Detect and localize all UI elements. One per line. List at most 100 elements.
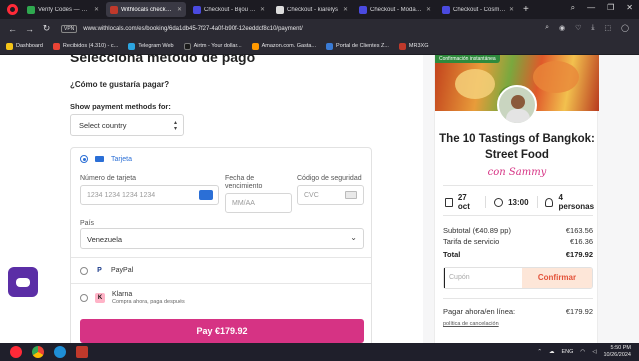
- download-icon[interactable]: ⤓: [591, 24, 594, 32]
- bookmark-dashboard[interactable]: Dashboard: [6, 42, 43, 50]
- cvc-card-icon: [345, 191, 357, 199]
- bookmark-favicon: [183, 42, 191, 50]
- close-tab-icon[interactable]: ✕: [509, 6, 514, 13]
- browser-tab-bar: Verify Codes — SimplyCodes ✕ Withlocals …: [0, 0, 639, 19]
- card-brand-icon: [199, 190, 213, 200]
- tab-cosmoxtoys[interactable]: Checkout - CosmoxToys ✕: [438, 2, 518, 17]
- expiry-placeholder: MM/AA: [232, 200, 255, 207]
- maximize-icon[interactable]: ❐: [607, 3, 614, 13]
- pay-now-row: Pagar ahora/en línea: €179.92: [443, 307, 593, 316]
- close-tab-icon[interactable]: ✕: [260, 6, 265, 13]
- back-icon[interactable]: ←: [8, 24, 17, 34]
- pay-button[interactable]: Pay €179.92: [80, 319, 364, 343]
- country-dropdown[interactable]: Venezuela ⌄: [80, 228, 364, 249]
- tab-kiarelys[interactable]: Checkout - kiarelys ✕: [272, 2, 352, 17]
- cancellation-policy-link[interactable]: política de cancelación: [443, 321, 499, 327]
- method-card[interactable]: Tarjeta: [80, 155, 132, 163]
- country-value: Venezuela: [87, 235, 123, 244]
- wifi-icon[interactable]: ◠: [580, 349, 585, 355]
- food-dish: [533, 61, 579, 93]
- tray-chevron-icon[interactable]: ⌃: [537, 349, 542, 355]
- close-window-icon[interactable]: ✕: [626, 3, 633, 13]
- close-tab-icon[interactable]: ✕: [94, 6, 99, 13]
- bookmark-icon[interactable]: ♡: [575, 24, 581, 32]
- bookmark-portal[interactable]: Portal de Clientes Z...: [326, 42, 389, 50]
- cvc-field[interactable]: CVC: [297, 185, 364, 205]
- language-indicator[interactable]: ENG: [562, 349, 574, 355]
- expiry-field[interactable]: MM/AA: [225, 193, 292, 213]
- country-label: País: [80, 220, 95, 227]
- bookmark-amazon[interactable]: Amazon.com. Gasta...: [251, 42, 316, 50]
- credit-card-icon: [95, 156, 104, 162]
- reload-icon[interactable]: ↻: [42, 23, 51, 34]
- app-taskbar-icon[interactable]: [76, 346, 88, 358]
- tab-bijou[interactable]: Checkout - Bijou Build ✕: [189, 2, 269, 17]
- url-field[interactable]: www.withlocals.com/es/booking/6da1db45-7…: [83, 26, 302, 32]
- system-tray: ⌃ ☁ ENG ◠ ◁ 5:50 PM 10/26/2024: [537, 345, 631, 359]
- chat-icon: [16, 277, 30, 287]
- camera-icon[interactable]: ◉: [559, 24, 565, 32]
- booking-summary: Confirmación instantánea The 10 Tastings…: [434, 55, 599, 343]
- chat-widget-button[interactable]: [8, 267, 38, 297]
- klarna-text: Klarna Compra ahora, paga después: [112, 291, 185, 305]
- subtotal-row: Subtotal (€40.89 pp) €163.56: [443, 226, 593, 235]
- klarna-icon: K: [95, 293, 105, 303]
- bookmark-gmail[interactable]: Recibidos (4.310) - c...: [52, 42, 118, 50]
- opera-logo-icon[interactable]: [4, 2, 20, 18]
- expiry-label: Fecha de vencimiento: [225, 175, 263, 190]
- opera-taskbar-icon[interactable]: [10, 346, 22, 358]
- coupon-confirm-button[interactable]: Confirmar: [522, 268, 592, 288]
- booking-date: 27 oct: [445, 193, 477, 211]
- klarna-subtitle: Compra ahora, paga después: [112, 299, 185, 305]
- cvc-label: Código de seguridad: [297, 175, 362, 182]
- tab-simplycodes[interactable]: Verify Codes — SimplyCodes ✕: [23, 2, 103, 17]
- clock-icon: [494, 197, 504, 207]
- chrome-taskbar-icon[interactable]: [32, 346, 44, 358]
- paypal-label: PayPal: [111, 267, 134, 274]
- new-tab-icon[interactable]: +: [523, 4, 529, 15]
- divider: [71, 283, 371, 284]
- search-tabs-icon[interactable]: ⌕: [571, 3, 575, 13]
- tab-favicon: [193, 5, 201, 14]
- bookmark-telegram[interactable]: Telegram Web: [128, 42, 174, 50]
- payment-methods-card: Tarjeta Número de tarjeta 1234 1234 1234…: [70, 147, 372, 343]
- tour-title: The 10 Tastings of Bangkok: Street Food: [439, 133, 595, 161]
- edge-taskbar-icon[interactable]: [54, 346, 66, 358]
- cloud-icon[interactable]: ☁: [549, 349, 555, 355]
- tab-withlocals[interactable]: Withlocals checkout - Thai ✕: [106, 2, 186, 17]
- food-dish: [455, 69, 495, 99]
- method-klarna[interactable]: K Klarna Compra ahora, paga después: [80, 291, 185, 305]
- search-icon[interactable]: ⌕: [545, 24, 549, 32]
- extensions-icon[interactable]: ⬚: [605, 24, 612, 32]
- booking-meta: 27 oct 13:00 4 personas: [445, 193, 595, 211]
- close-tab-icon[interactable]: ✕: [426, 6, 431, 13]
- bookmark-favicon: [251, 42, 259, 50]
- payment-question: ¿Cómo te gustaría pagar?: [70, 80, 170, 89]
- taskbar-clock[interactable]: 5:50 PM 10/26/2024: [603, 345, 631, 359]
- tab-favicon: [27, 5, 35, 14]
- card-radio[interactable]: [80, 155, 88, 163]
- paypal-radio[interactable]: [80, 266, 88, 275]
- method-paypal[interactable]: P PayPal: [80, 266, 133, 275]
- address-bar: ← → ↻ VPN www.withlocals.com/es/booking/…: [0, 19, 639, 38]
- tab-modaconcrete[interactable]: Checkout - ModaConcrete ✕: [355, 2, 435, 17]
- bookmark-airtm[interactable]: Airtm - Your dollar...: [183, 42, 242, 50]
- card-number-field[interactable]: 1234 1234 1234 1234: [80, 185, 219, 205]
- forward-icon[interactable]: →: [25, 24, 34, 34]
- cvc-placeholder: CVC: [304, 192, 319, 199]
- close-tab-icon[interactable]: ✕: [343, 6, 348, 13]
- booking-time: 13:00: [494, 197, 529, 207]
- divider: [71, 257, 371, 258]
- show-methods-label: Show payment methods for:: [70, 102, 171, 111]
- profile-icon[interactable]: ◯: [621, 24, 629, 32]
- klarna-radio[interactable]: [80, 294, 88, 302]
- close-tab-icon[interactable]: ✕: [177, 6, 182, 13]
- bookmark-mr3xg[interactable]: MR3XG: [398, 42, 428, 50]
- country-select[interactable]: Select country ▴ ▾: [70, 114, 184, 136]
- volume-icon[interactable]: ◁: [592, 349, 596, 355]
- coupon-input[interactable]: Cupón: [444, 268, 522, 288]
- window-controls: ⌕ — ❐ ✕: [571, 3, 633, 13]
- vpn-badge[interactable]: VPN: [61, 24, 78, 33]
- minimize-icon[interactable]: —: [587, 3, 595, 13]
- host-avatar: [497, 85, 537, 125]
